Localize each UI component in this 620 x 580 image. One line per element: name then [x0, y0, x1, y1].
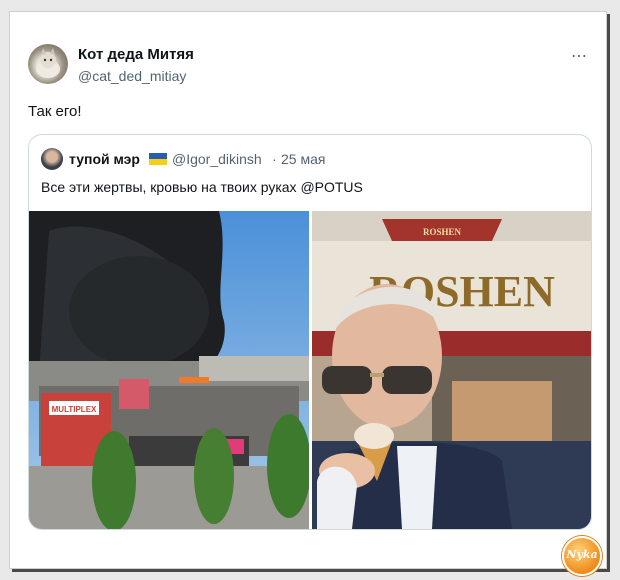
author-avatar[interactable]: [28, 44, 68, 84]
ukraine-flag-icon: [149, 153, 167, 165]
watermark-text: Nyka: [566, 548, 598, 561]
multiplex-sign: MULTIPLEX: [52, 405, 97, 414]
more-options-icon[interactable]: ⋯: [571, 46, 588, 66]
quoted-author-avatar[interactable]: [41, 148, 63, 170]
ice-cream-photo[interactable]: ROSHEN ROSHEN: [312, 211, 591, 529]
tweet-text: Так его!: [28, 103, 82, 120]
author-handle[interactable]: @cat_ded_mitiay: [78, 68, 186, 84]
quoted-tweet[interactable]: тупой мэр @Igor_dikinsh · 25 мая Все эти…: [28, 134, 592, 530]
author-name[interactable]: Кот деда Митяя: [78, 46, 194, 63]
separator-dot: ·: [272, 151, 277, 167]
quoted-text: Все эти жертвы, кровью на твоих руках @P…: [41, 179, 363, 195]
tweet-card[interactable]: Кот деда Митяя @cat_ded_mitiay ⋯ Так его…: [9, 11, 607, 576]
quoted-author-name[interactable]: тупой мэр: [69, 151, 140, 167]
watermark-logo: Nyka: [562, 536, 602, 576]
fire-photo[interactable]: MULTIPLEX: [29, 211, 311, 529]
quoted-date[interactable]: 25 мая: [281, 151, 325, 167]
roshen-top-sign: ROSHEN: [423, 227, 462, 237]
quoted-author-handle[interactable]: @Igor_dikinsh: [172, 151, 262, 167]
